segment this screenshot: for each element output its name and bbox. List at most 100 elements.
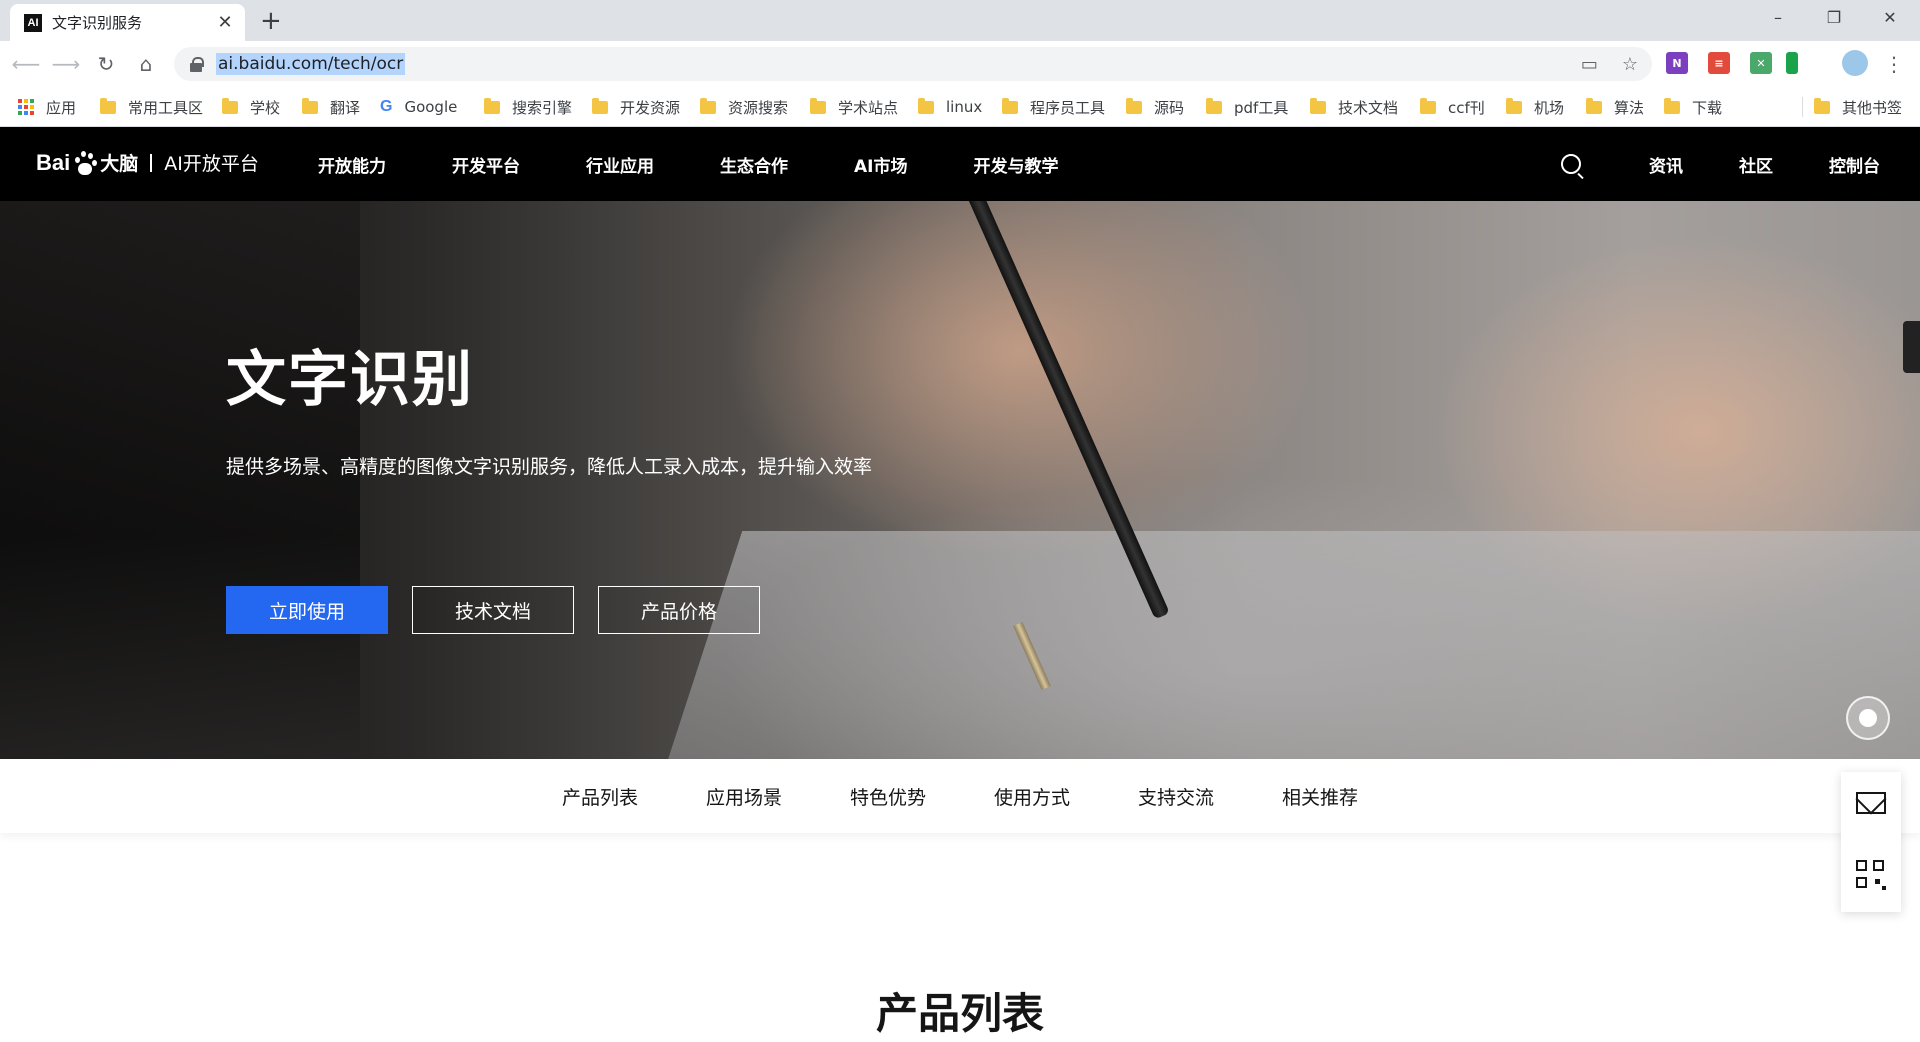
bookmarks-divider <box>1802 97 1803 117</box>
folder-icon <box>100 97 116 114</box>
bookmark-folder[interactable]: 算法 <box>1586 95 1644 119</box>
baidu-ai-logo[interactable]: Bai 大脑 AI开放平台 <box>36 149 259 176</box>
section-tab-usage[interactable]: 使用方式 <box>994 783 1070 810</box>
nav-link-community[interactable]: 社区 <box>1739 152 1773 177</box>
bookmark-label: 搜索引擎 <box>512 98 573 117</box>
bookmark-folder[interactable]: 技术文档 <box>1310 95 1398 119</box>
forward-button[interactable]: ⟶ <box>52 50 81 78</box>
bookmark-folder[interactable]: 源码 <box>1126 95 1184 119</box>
install-app-icon[interactable]: ▭ <box>1581 54 1598 75</box>
hero-subtitle: 提供多场景、高精度的图像文字识别服务，降低人工录入成本，提升输入效率 <box>226 456 873 478</box>
folder-icon <box>1126 97 1142 114</box>
folder-icon <box>1206 97 1222 114</box>
nav-item-ecosystem[interactable]: 生态合作 <box>720 152 788 177</box>
section-tab-product-list[interactable]: 产品列表 <box>562 783 638 810</box>
search-icon[interactable] <box>1561 154 1581 174</box>
google-icon: G <box>380 98 393 115</box>
folder-icon <box>918 97 934 114</box>
bookmark-folder[interactable]: 常用工具区 <box>100 95 203 119</box>
use-now-button[interactable]: 立即使用 <box>226 586 388 634</box>
translate-extension-icon[interactable]: ✕ <box>1750 52 1772 74</box>
bookmark-folder[interactable]: 搜索引擎 <box>484 95 572 119</box>
folder-icon <box>302 97 318 114</box>
address-bar[interactable]: ai.baidu.com/tech/ocr ▭ ☆ <box>174 47 1652 81</box>
bookmark-folder[interactable]: 开发资源 <box>592 95 680 119</box>
baidu-paw-icon <box>72 150 98 176</box>
bookmark-label: 翻译 <box>330 98 361 117</box>
bookmark-label: 下载 <box>1692 98 1723 117</box>
folder-icon <box>1506 97 1522 114</box>
lock-icon[interactable] <box>190 56 204 72</box>
section-nav: 产品列表 应用场景 特色优势 使用方式 支持交流 相关推荐 <box>0 759 1920 833</box>
hero-background-shadow <box>0 201 360 759</box>
side-drawer-handle[interactable] <box>1903 321 1920 373</box>
nav-link-console[interactable]: 控制台 <box>1829 152 1880 177</box>
nav-item-dev-platform[interactable]: 开发平台 <box>452 152 520 177</box>
nav-link-news[interactable]: 资讯 <box>1649 152 1683 177</box>
section-tab-advantages[interactable]: 特色优势 <box>850 783 926 810</box>
bookmark-folder[interactable]: 机场 <box>1506 95 1564 119</box>
bookmark-other[interactable]: 其他书签 <box>1814 95 1902 119</box>
bookmark-label: linux <box>946 98 983 116</box>
folder-icon <box>810 97 826 114</box>
bookmark-folder[interactable]: 学术站点 <box>810 95 898 119</box>
pricing-button[interactable]: 产品价格 <box>598 586 760 634</box>
chat-bubble-icon[interactable] <box>1846 696 1890 740</box>
nav-item-open-capabilities[interactable]: 开放能力 <box>318 152 386 177</box>
folder-icon <box>1002 97 1018 114</box>
folder-icon <box>484 97 500 114</box>
hero-title: 文字识别 <box>226 345 474 415</box>
logo-brain-text: 大脑 <box>100 153 139 175</box>
apps-grid-icon <box>18 99 34 115</box>
bookmark-folder[interactable]: 学校 <box>222 95 280 119</box>
floating-contact-panel <box>1841 772 1901 912</box>
hero-background-paper <box>657 531 1920 759</box>
reload-button[interactable]: ↻ <box>92 50 120 78</box>
bookmark-folder[interactable]: ccf刊 <box>1420 95 1485 119</box>
mail-icon[interactable] <box>1856 792 1886 814</box>
bookmark-label: 技术文档 <box>1338 98 1399 117</box>
logo-divider <box>150 153 153 172</box>
bookmark-folder[interactable]: 资源搜索 <box>700 95 788 119</box>
nav-item-industry[interactable]: 行业应用 <box>586 152 654 177</box>
bookmark-folder[interactable]: 程序员工具 <box>1002 95 1105 119</box>
nav-item-dev-education[interactable]: 开发与教学 <box>973 152 1058 177</box>
section-tab-scenarios[interactable]: 应用场景 <box>706 783 782 810</box>
onenote-extension-icon[interactable]: N <box>1666 52 1688 74</box>
folder-icon <box>1310 97 1326 114</box>
bookmark-folder[interactable]: 翻译 <box>302 95 360 119</box>
tab-favicon-icon: AI <box>24 13 42 32</box>
bookmark-label: 程序员工具 <box>1030 98 1106 117</box>
nav-item-ai-market[interactable]: AI市场 <box>854 152 907 177</box>
minimize-button[interactable]: – <box>1750 0 1806 34</box>
profile-avatar[interactable] <box>1842 50 1868 76</box>
bookmark-label: 其他书签 <box>1842 98 1903 117</box>
home-button[interactable]: ⌂ <box>132 50 160 78</box>
bookmark-star-icon[interactable]: ☆ <box>1622 54 1638 75</box>
folder-icon <box>1664 97 1680 114</box>
browser-tab-active[interactable]: AI 文字识别服务 ✕ <box>10 4 245 41</box>
bookmark-label: pdf工具 <box>1234 98 1289 117</box>
qr-code-icon[interactable] <box>1856 860 1886 890</box>
notes-extension-icon[interactable]: ≡ <box>1708 52 1730 74</box>
header-right: 资讯 社区 控制台 <box>1561 127 1920 201</box>
folder-icon <box>222 97 238 114</box>
browser-menu-icon[interactable]: ⋮ <box>1880 50 1908 78</box>
site-header: Bai 大脑 AI开放平台 开放能力 开发平台 行业应用 生态合作 AI市场 开… <box>0 127 1920 201</box>
url-text[interactable]: ai.baidu.com/tech/ocr <box>216 53 406 75</box>
bookmark-apps[interactable]: 应用 <box>18 95 76 119</box>
tab-close-icon[interactable]: ✕ <box>215 12 235 33</box>
flag-extension-icon[interactable] <box>1786 52 1798 74</box>
bookmark-folder[interactable]: 下载 <box>1664 95 1722 119</box>
restore-button[interactable]: ❐ <box>1806 0 1862 34</box>
section-tab-support[interactable]: 支持交流 <box>1138 783 1214 810</box>
bookmark-folder[interactable]: pdf工具 <box>1206 95 1288 119</box>
new-tab-button[interactable]: + <box>260 6 282 36</box>
section-tab-related[interactable]: 相关推荐 <box>1282 783 1358 810</box>
section-heading-product-list: 产品列表 <box>875 989 1044 1038</box>
close-window-button[interactable]: ✕ <box>1862 0 1918 34</box>
bookmark-folder[interactable]: linux <box>918 95 982 119</box>
back-button[interactable]: ⟵ <box>12 50 41 78</box>
bookmark-google[interactable]: G Google <box>380 95 457 119</box>
tech-docs-button[interactable]: 技术文档 <box>412 586 574 634</box>
